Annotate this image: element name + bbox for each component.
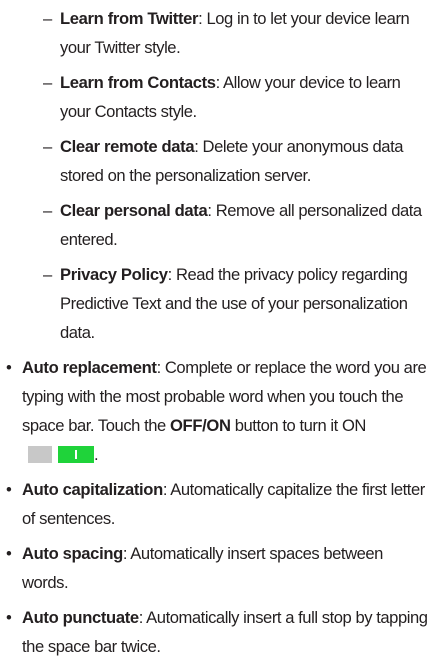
term-learn-from-twitter: Learn from Twitter (60, 9, 199, 28)
term-learn-from-contacts: Learn from Contacts (60, 73, 216, 92)
term-clear-remote-data: Clear remote data (60, 137, 195, 156)
bullet-marker: • (6, 608, 12, 627)
dash-marker: – (43, 201, 52, 220)
description-end: button to turn it ON (230, 416, 367, 435)
bullet-marker: • (6, 358, 12, 377)
toggle-on-mark (75, 450, 77, 459)
dash-marker: – (43, 137, 52, 156)
sub-item-clear-remote-data: – Clear remote data: Delete your anonymo… (0, 132, 437, 190)
sub-item-learn-from-contacts: – Learn from Contacts: Allow your device… (0, 68, 437, 126)
item-auto-capitalization: • Auto capitalization: Automatically cap… (0, 475, 437, 533)
term-auto-replacement: Auto replacement (22, 358, 157, 377)
toggle-switch-icon (28, 446, 94, 463)
manual-page: – Learn from Twitter: Log in to let your… (0, 0, 437, 656)
dash-marker: – (43, 9, 52, 28)
sentence-end: . (94, 445, 99, 464)
item-auto-replacement: • Auto replacement: Complete or replace … (0, 353, 437, 469)
off-on-button-label: OFF/ON (170, 416, 231, 435)
predictive-text-sub-options: – Learn from Twitter: Log in to let your… (0, 4, 437, 347)
bullet-marker: • (6, 544, 12, 563)
term-privacy-policy: Privacy Policy (60, 265, 168, 284)
sub-item-learn-from-twitter: – Learn from Twitter: Log in to let your… (0, 4, 437, 62)
keyboard-options-list: • Auto replacement: Complete or replace … (0, 353, 437, 661)
item-auto-punctuate: • Auto punctuate: Automatically insert a… (0, 603, 437, 661)
toggle-on-segment (58, 446, 94, 463)
sub-item-privacy-policy: – Privacy Policy: Read the privacy polic… (0, 260, 437, 347)
term-auto-punctuate: Auto punctuate (22, 608, 139, 627)
dash-marker: – (43, 73, 52, 92)
sub-item-clear-personal-data: – Clear personal data: Remove all person… (0, 196, 437, 254)
bullet-marker: • (6, 480, 12, 499)
term-auto-capitalization: Auto capitalization (22, 480, 163, 499)
dash-marker: – (43, 265, 52, 284)
item-auto-spacing: • Auto spacing: Automatically insert spa… (0, 539, 437, 597)
term-auto-spacing: Auto spacing (22, 544, 123, 563)
term-clear-personal-data: Clear personal data (60, 201, 208, 220)
toggle-off-segment (28, 446, 52, 463)
